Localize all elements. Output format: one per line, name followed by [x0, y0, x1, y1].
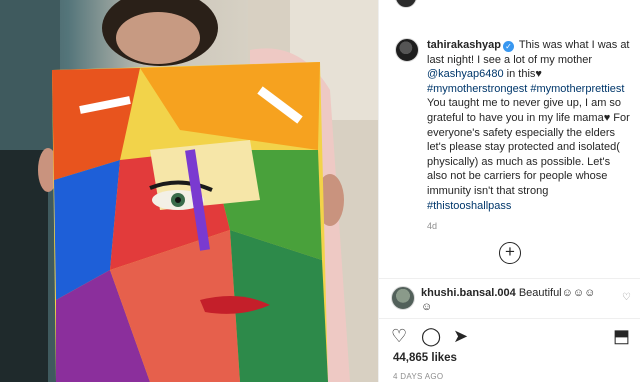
like-heart-icon[interactable]: ♡ — [391, 326, 407, 346]
author-avatar[interactable] — [395, 38, 419, 62]
commenter-avatar[interactable] — [391, 286, 415, 310]
caption-time[interactable]: 4d — [427, 221, 631, 231]
hashtag-link[interactable]: #mymotherstrongest — [427, 83, 527, 95]
hashtag-link[interactable]: #mymotherprettiest — [530, 83, 624, 95]
likes-count[interactable]: 44,865 likes — [393, 352, 457, 364]
caption-text-segment: in this♥ — [503, 68, 542, 81]
post-photo[interactable] — [0, 0, 378, 382]
hashtag-link[interactable]: #thistooshallpass — [427, 200, 511, 212]
comment-bubble-icon[interactable]: ◯ — [421, 326, 441, 346]
save-bookmark-icon[interactable]: ⬒ — [613, 326, 630, 346]
caption-text: tahirakashyap ✓ This was what I was at la… — [427, 38, 631, 213]
header-avatar[interactable] — [395, 0, 417, 8]
load-more-comments-icon[interactable]: + — [499, 242, 521, 264]
caption-body: This was what I was at last night! I see… — [427, 39, 630, 212]
comment-text: khushi.bansal.004 Beautiful☺☺☺☺ — [421, 286, 601, 314]
post-date[interactable]: 4 DAYS AGO — [393, 372, 443, 381]
commenter-username[interactable]: khushi.bansal.004 — [421, 287, 516, 299]
divider — [379, 278, 640, 279]
comment-like-heart-icon[interactable]: ♡ — [622, 292, 631, 303]
mention-link[interactable]: @kashyap6480 — [427, 68, 504, 80]
caption-text-segment: You taught me to never give up, I am so … — [427, 97, 630, 197]
comment-item: khushi.bansal.004 Beautiful☺☺☺☺ ♡ — [391, 286, 631, 314]
action-bar: ♡ ◯ ➤ ⬒ — [391, 326, 633, 346]
author-username[interactable]: tahirakashyap — [427, 39, 501, 51]
share-paper-plane-icon[interactable]: ➤ — [453, 326, 468, 346]
divider — [379, 318, 640, 319]
post-sidebar: tahirakashyap ✓ This was what I was at la… — [378, 0, 640, 382]
painting-photo-image — [0, 0, 378, 382]
post-caption: tahirakashyap ✓ This was what I was at la… — [395, 38, 631, 231]
verified-badge-icon: ✓ — [502, 41, 514, 52]
